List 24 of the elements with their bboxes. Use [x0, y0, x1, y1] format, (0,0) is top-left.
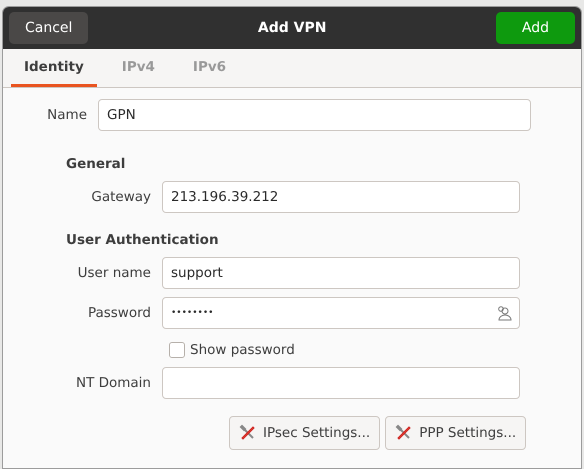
input-field[interactable]	[162, 367, 520, 399]
tab[interactable]: Identity	[11, 49, 97, 87]
field-label: Name	[46, 107, 87, 123]
input-field[interactable]: GPN	[98, 99, 531, 131]
settings-button[interactable]: PPP Settings...	[385, 416, 526, 450]
add-button[interactable]: Add	[496, 12, 575, 44]
tools-icon	[239, 424, 257, 442]
cancel-button[interactable]: Cancel	[9, 12, 88, 44]
show-password-checkbox[interactable]: Show password	[169, 342, 581, 358]
input-field[interactable]: 213.196.39.212	[162, 181, 520, 213]
field-label: Password	[86, 305, 151, 321]
input-field[interactable]: support	[162, 257, 520, 289]
field-label: NT Domain	[74, 375, 151, 391]
settings-button[interactable]: IPsec Settings...	[229, 416, 380, 450]
window-title: Add VPN	[258, 20, 326, 36]
tools-icon	[395, 424, 414, 442]
field-label: User name	[76, 265, 151, 281]
password-field[interactable]: ••••••••	[162, 297, 520, 329]
section-heading: User Authentication	[66, 232, 220, 248]
section-heading: General	[66, 156, 126, 172]
checkbox[interactable]	[169, 342, 185, 358]
checkbox-label: Show password	[190, 342, 295, 358]
field-label: Gateway	[90, 189, 151, 205]
person-icon[interactable]	[496, 305, 512, 321]
